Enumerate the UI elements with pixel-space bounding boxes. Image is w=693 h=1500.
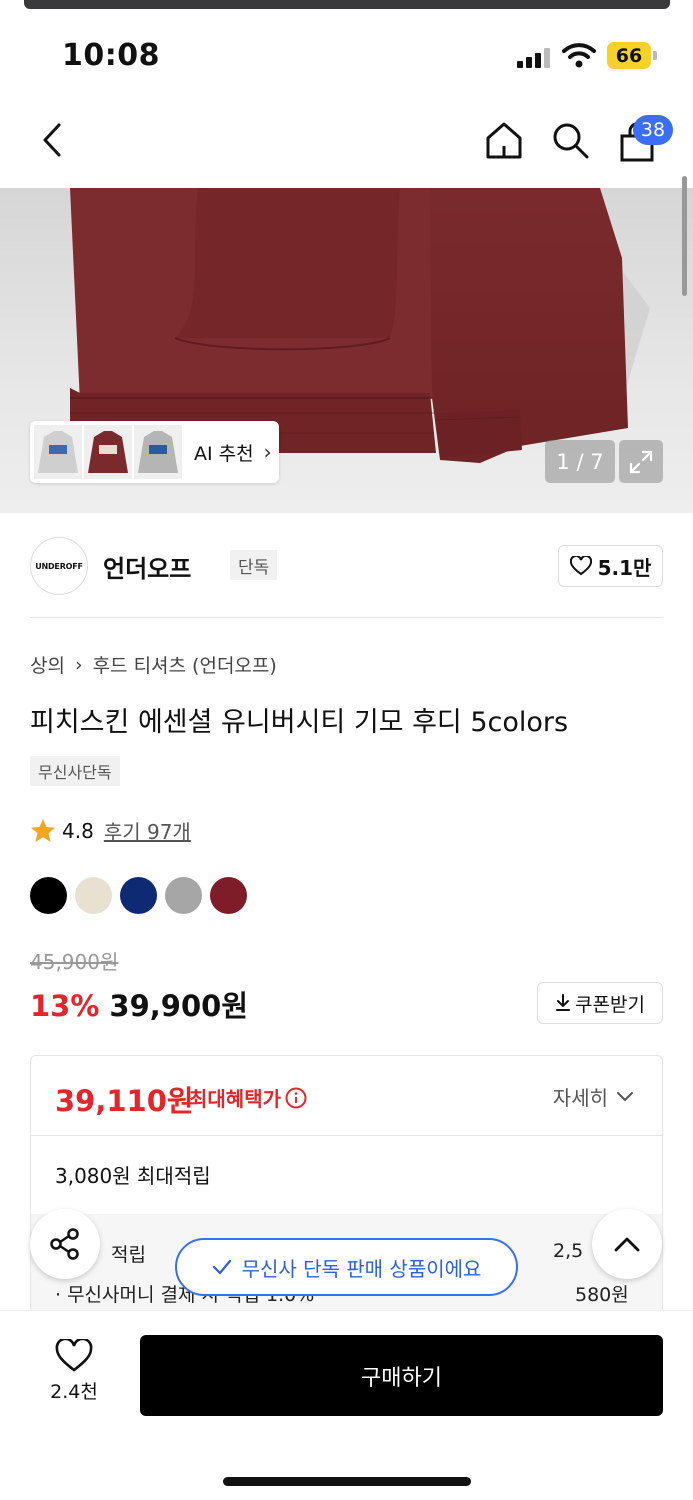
- color-swatch-navy[interactable]: [120, 877, 157, 914]
- wishlist-button[interactable]: 2.4천: [30, 1339, 118, 1409]
- status-bar: 10:08 66: [0, 30, 693, 80]
- brand-like-button[interactable]: 5.1만: [558, 545, 663, 587]
- color-swatch-black[interactable]: [30, 877, 67, 914]
- thumb-gray-hoodie-2: [134, 425, 182, 479]
- review-link[interactable]: 후기 97개: [104, 816, 191, 845]
- ai-recommend-label: AI 추천: [194, 442, 254, 465]
- home-indicator: [223, 1477, 471, 1486]
- thumb-gray-hoodie: [34, 425, 82, 479]
- brand-like-count: 5.1만: [597, 555, 652, 580]
- check-icon: [212, 1259, 231, 1275]
- scroll-top-button[interactable]: [592, 1209, 662, 1279]
- breadcrumb-category[interactable]: 상의: [30, 651, 65, 678]
- wifi-icon: [562, 42, 596, 68]
- brand-exclusive-tag: 단독: [230, 550, 278, 580]
- heart-icon: [569, 556, 592, 576]
- color-swatch-burgundy[interactable]: [210, 877, 247, 914]
- share-icon: [50, 1228, 79, 1260]
- brand-row: UNDEROFF 언더오프 단독 5.1만: [30, 535, 663, 595]
- buy-button[interactable]: 구매하기: [140, 1335, 663, 1416]
- product-title: 피치스킨 에센셜 유니버시티 기모 후디 5colors: [30, 707, 569, 738]
- breadcrumb: 상의 › 후드 티셔츠 (언더오프): [30, 651, 277, 678]
- points-line2-value: 580원: [575, 1284, 629, 1306]
- wishlist-count: 2.4천: [50, 1381, 98, 1403]
- heart-icon: [55, 1339, 93, 1372]
- scrollbar[interactable]: [682, 176, 687, 296]
- chevron-right-icon: ›: [74, 653, 83, 676]
- price-row: 13% 39,900원: [30, 983, 248, 1025]
- breadcrumb-subcategory[interactable]: 후드 티셔츠 (언더오프): [93, 651, 277, 678]
- share-button[interactable]: [30, 1209, 100, 1279]
- star-icon: [31, 819, 55, 842]
- benefit-label-text: 최대혜택가: [189, 1087, 281, 1111]
- cart-count-badge: 38: [633, 115, 673, 145]
- thumb-burgundy-hoodie: [84, 425, 132, 479]
- brand-logo[interactable]: UNDEROFF: [30, 537, 88, 595]
- chevron-up-icon: [614, 1237, 640, 1252]
- ai-recommend-chip[interactable]: AI 추천 ›: [30, 421, 279, 483]
- benefit-header[interactable]: 39,110원 최대혜택가 자세히: [31, 1056, 662, 1136]
- color-swatch-gray[interactable]: [165, 877, 202, 914]
- color-swatch-cream[interactable]: [75, 877, 112, 914]
- top-nav: [0, 96, 693, 186]
- battery-level: 66: [607, 42, 651, 69]
- original-price: 45,900원: [30, 950, 119, 974]
- coupon-button[interactable]: 쿠폰받기: [537, 982, 663, 1024]
- exclusive-toast: 무신사 단독 판매 상품이에요: [175, 1238, 518, 1296]
- benefit-detail-toggle[interactable]: 자세히: [553, 1082, 634, 1111]
- top-bar-edge: [24, 0, 670, 9]
- chevron-down-icon: [617, 1091, 633, 1101]
- brand-name[interactable]: 언더오프: [103, 549, 191, 584]
- max-points: 3,080원 최대적립: [55, 1164, 211, 1188]
- benefit-detail-label: 자세히: [552, 1086, 608, 1110]
- benefit-label: 최대혜택가: [189, 1083, 307, 1112]
- points-line-label: 적립: [111, 1244, 146, 1266]
- chevron-right-icon: ›: [263, 440, 272, 464]
- toast-text: 무신사 단독 판매 상품이에요: [241, 1256, 482, 1281]
- back-icon[interactable]: [34, 118, 70, 162]
- discount-rate: 13%: [30, 989, 100, 1023]
- battery-icon: 66: [607, 42, 657, 69]
- expand-icon[interactable]: [619, 440, 663, 483]
- points-line-value: 2,5: [553, 1240, 584, 1262]
- download-icon: [556, 994, 571, 1011]
- info-icon[interactable]: [285, 1087, 307, 1109]
- coupon-label: 쿠폰받기: [575, 993, 645, 1016]
- image-counter: 1 / 7: [545, 440, 615, 483]
- exclusive-tag: 무신사단독: [30, 756, 120, 786]
- divider: [30, 617, 663, 618]
- rating-value: 4.8: [62, 818, 94, 843]
- home-icon[interactable]: [482, 118, 526, 162]
- signal-icon: [517, 48, 551, 68]
- benefit-price: 39,110원: [55, 1084, 194, 1118]
- sale-price: 39,900원: [109, 989, 249, 1023]
- rating-row: 4.8 후기 97개: [30, 816, 191, 845]
- search-icon[interactable]: [548, 118, 592, 162]
- status-time: 10:08: [62, 38, 160, 73]
- bottom-action-bar: 2.4천 구매하기: [0, 1310, 693, 1500]
- color-swatches: [30, 877, 247, 914]
